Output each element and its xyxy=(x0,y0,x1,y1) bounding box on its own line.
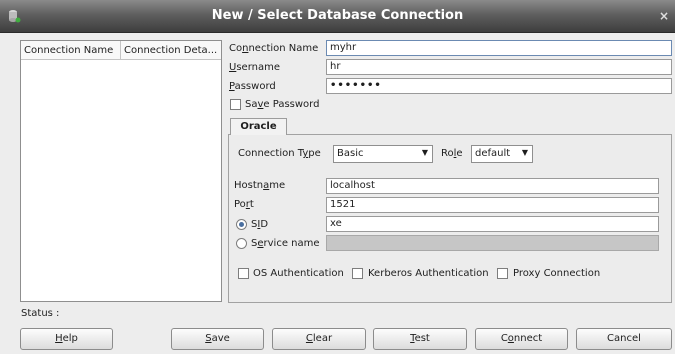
window-title: New / Select Database Connection xyxy=(211,8,464,23)
sid-radio[interactable] xyxy=(236,219,247,230)
hostname-label: Hostname xyxy=(234,180,286,191)
column-connection-details[interactable]: Connection Deta... xyxy=(121,41,221,59)
password-label: Password xyxy=(229,81,276,92)
service-name-field xyxy=(326,235,659,251)
service-name-radio[interactable] xyxy=(236,238,247,249)
connections-table[interactable]: Connection Name Connection Deta... xyxy=(20,40,222,302)
connection-type-label: Connection Type xyxy=(238,148,321,159)
save-password-checkbox[interactable] xyxy=(230,99,241,110)
os-authentication-checkbox[interactable] xyxy=(238,268,249,279)
close-icon[interactable]: × xyxy=(659,9,669,23)
sid-field[interactable]: xe xyxy=(326,216,659,232)
chevron-down-icon: ▼ xyxy=(421,148,428,157)
username-label: Username xyxy=(229,62,280,73)
tab-oracle[interactable]: Oracle xyxy=(230,118,287,135)
title-bar: New / Select Database Connection × xyxy=(0,0,675,33)
chevron-down-icon: ▼ xyxy=(521,148,528,157)
connection-name-label: Connection Name xyxy=(229,43,319,54)
service-name-label: Service name xyxy=(251,238,320,249)
proxy-connection-checkbox[interactable] xyxy=(497,268,508,279)
help-button[interactable]: Help xyxy=(20,328,113,350)
test-button[interactable]: Test xyxy=(373,328,467,350)
proxy-connection-label: Proxy Connection xyxy=(513,268,601,279)
username-field[interactable]: hr xyxy=(326,59,672,75)
cancel-button[interactable]: Cancel xyxy=(576,328,672,350)
column-connection-name[interactable]: Connection Name xyxy=(21,41,121,59)
save-button[interactable]: Save xyxy=(171,328,264,350)
connection-name-field[interactable]: myhr xyxy=(326,40,672,56)
clear-button[interactable]: Clear xyxy=(272,328,366,350)
role-value: default xyxy=(475,148,511,159)
connection-type-select[interactable]: Basic ▼ xyxy=(333,145,433,163)
connect-button[interactable]: Connect xyxy=(475,328,568,350)
port-field[interactable]: 1521 xyxy=(326,197,659,213)
connection-type-value: Basic xyxy=(337,148,364,159)
role-select[interactable]: default ▼ xyxy=(471,145,533,163)
kerberos-authentication-checkbox[interactable] xyxy=(352,268,363,279)
password-field[interactable]: ••••••• xyxy=(326,78,672,94)
status-label: Status : xyxy=(21,308,60,319)
os-authentication-label: OS Authentication xyxy=(253,268,344,279)
kerberos-authentication-label: Kerberos Authentication xyxy=(368,268,489,279)
sid-label: SID xyxy=(251,219,269,230)
port-label: Port xyxy=(234,199,254,210)
hostname-field[interactable]: localhost xyxy=(326,178,659,194)
table-header: Connection Name Connection Deta... xyxy=(21,41,221,60)
save-password-label: Save Password xyxy=(245,99,320,110)
role-label: Role xyxy=(441,148,463,159)
